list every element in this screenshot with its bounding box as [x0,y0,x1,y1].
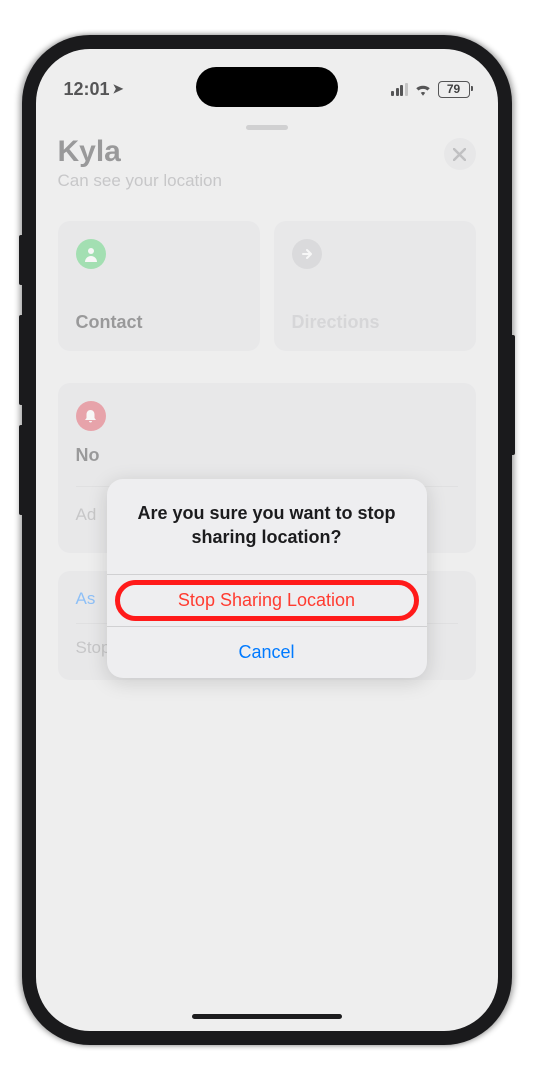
close-icon [453,148,466,161]
action-row: Contact Directions [58,221,476,351]
directions-card[interactable]: Directions [274,221,476,351]
bell-icon [76,401,106,431]
notifications-title: No [76,445,458,466]
screen: 12:01 ➤ 79 Kyla Can see your location [36,49,498,1031]
confirmation-alert: Are you sure you want to stop sharing lo… [107,479,427,678]
time-label: 12:01 [64,79,110,100]
contact-label: Contact [76,312,242,333]
location-services-icon: ➤ [113,81,124,97]
contact-name: Kyla [58,135,222,169]
power-button [512,335,515,455]
directions-icon [292,239,322,269]
status-right: 79 [391,81,470,98]
sheet-header: Kyla Can see your location [58,135,476,191]
stop-sharing-button[interactable]: Stop Sharing Location [107,574,427,626]
dynamic-island [196,67,338,107]
cancel-button[interactable]: Cancel [107,626,427,678]
signal-icon [391,83,408,96]
wifi-icon [414,82,432,96]
stop-sharing-label: Stop Sharing Location [178,590,355,610]
status-time: 12:01 ➤ [64,79,124,100]
sheet-handle[interactable] [246,125,288,130]
battery-level: 79 [447,82,460,96]
close-button[interactable] [444,138,476,170]
alert-message: Are you sure you want to stop sharing lo… [107,479,427,574]
battery-icon: 79 [438,81,470,98]
contact-card[interactable]: Contact [58,221,260,351]
directions-label: Directions [292,312,458,333]
phone-frame: 12:01 ➤ 79 Kyla Can see your location [22,35,512,1045]
home-indicator[interactable] [192,1014,342,1019]
contact-icon [76,239,106,269]
location-status: Can see your location [58,171,222,191]
